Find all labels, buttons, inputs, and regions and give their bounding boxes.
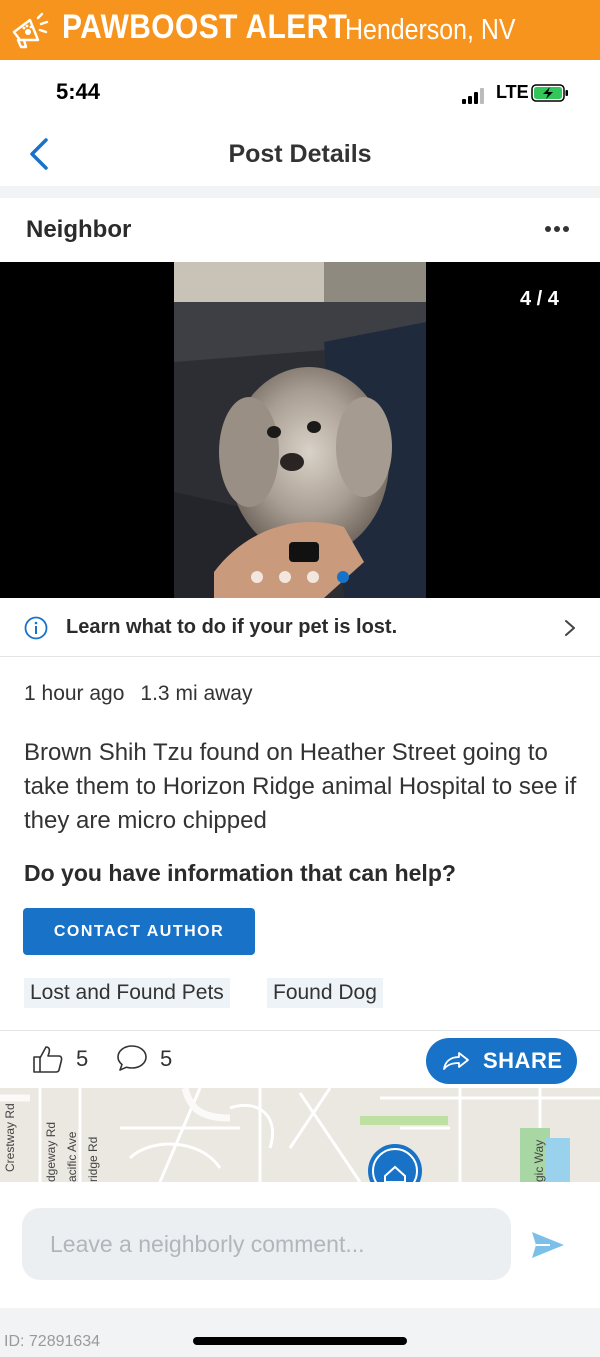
comment-bar xyxy=(0,1184,600,1304)
post-distance: 1.3 mi away xyxy=(140,682,253,705)
ellipsis-icon[interactable] xyxy=(544,225,570,233)
status-bar: 5:44 LTE xyxy=(0,60,600,124)
nav-bar: Post Details xyxy=(0,124,600,186)
status-time: 5:44 xyxy=(56,79,101,104)
tag-lost-and-found-pets[interactable]: Lost and Found Pets xyxy=(24,978,230,1008)
photo-carousel[interactable]: 4 / 4 xyxy=(0,262,600,598)
post-time-ago: 1 hour ago xyxy=(24,682,125,705)
home-indicator[interactable] xyxy=(193,1337,407,1345)
help-question: Do you have information that can help? xyxy=(24,860,456,886)
contact-author-button[interactable]: CONTACT AUTHOR xyxy=(23,908,255,955)
cellular-signal-icon xyxy=(462,88,484,104)
share-label: SHARE xyxy=(483,1048,563,1073)
share-button[interactable]: SHARE xyxy=(426,1038,577,1084)
location-map[interactable]: Crestway Rd dgeway Rd acific Ave ridge R… xyxy=(0,1088,600,1182)
comment-input[interactable] xyxy=(22,1208,511,1280)
post-description: Brown Shih Tzu found on Heather Street g… xyxy=(24,739,577,834)
alert-location: Henderson, NV xyxy=(345,14,516,46)
post-author: Neighbor xyxy=(26,216,132,243)
like-count: 5 xyxy=(76,1046,89,1071)
tag-found-dog[interactable]: Found Dog xyxy=(267,978,383,1008)
divider xyxy=(0,1030,600,1031)
battery-charging-icon xyxy=(531,84,568,102)
alert-brand: PAWBOOST ALERT xyxy=(62,8,348,46)
carousel-dots[interactable] xyxy=(250,570,360,584)
post-id: ID: 72891634 xyxy=(4,1333,101,1350)
learn-link-label: Learn what to do if your pet is lost. xyxy=(66,616,398,638)
learn-lost-pet-link[interactable]: Learn what to do if your pet is lost. xyxy=(0,598,600,657)
share-arrow-icon xyxy=(443,1052,469,1070)
pawboost-alert-banner: PAWBOOST ALERT Henderson, NV xyxy=(0,0,600,60)
network-label: LTE xyxy=(496,82,529,102)
chevron-right-icon xyxy=(565,620,575,636)
comment-count: 5 xyxy=(160,1046,173,1071)
info-icon xyxy=(24,616,48,640)
map-street-label: Crestway Rd xyxy=(3,1103,17,1172)
map-street-label: ridge Rd xyxy=(86,1136,100,1182)
page-title: Post Details xyxy=(228,140,372,168)
thumbs-up-icon[interactable] xyxy=(32,1044,64,1074)
comment-bubble-icon[interactable] xyxy=(116,1044,148,1072)
post-meta: 1 hour ago 1.3 mi away xyxy=(24,682,268,706)
dog-photo xyxy=(174,262,426,598)
post-card: Neighbor 4 / 4 Learn what to do if your … xyxy=(0,198,600,1308)
map-street-label: acific Ave xyxy=(65,1131,79,1182)
map-street-label: gic Way xyxy=(532,1139,546,1182)
megaphone-paw-icon xyxy=(12,12,49,49)
map-street-label: dgeway Rd xyxy=(44,1121,58,1182)
photo-counter: 4 / 4 xyxy=(520,288,559,310)
send-icon[interactable] xyxy=(530,1230,566,1260)
